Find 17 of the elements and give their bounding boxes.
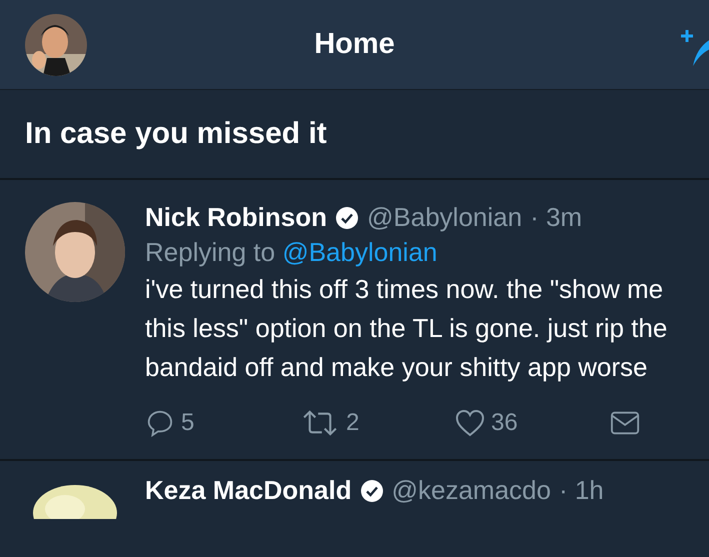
section-title: In case you missed it bbox=[25, 117, 327, 151]
author-name: Nick Robinson bbox=[145, 202, 328, 233]
heart-icon[interactable] bbox=[455, 409, 485, 437]
author-name: Keza MacDonald bbox=[145, 475, 352, 506]
timestamp: · 3m bbox=[530, 202, 582, 233]
action-count: 2 bbox=[346, 409, 360, 437]
timestamp: · 1h bbox=[558, 475, 604, 506]
mail-icon[interactable] bbox=[610, 409, 640, 437]
tweet-text: i've turned this off 3 times now. the "show me this less" option on the TL is gone. just rip the bandaid off and make your shitty app worse bbox=[145, 273, 668, 384]
action-count: 5 bbox=[181, 409, 194, 437]
author-handle[interactable]: @Babylonian bbox=[367, 202, 522, 233]
reply-context: Replying to @Babylonian bbox=[145, 237, 438, 268]
action-count: 36 bbox=[491, 409, 518, 437]
reply-icon[interactable] bbox=[145, 409, 175, 437]
author-handle[interactable]: @kezamacdo bbox=[392, 475, 551, 506]
mention-link[interactable]: @Babylonian bbox=[282, 237, 438, 267]
header-title: Home bbox=[313, 28, 396, 61]
